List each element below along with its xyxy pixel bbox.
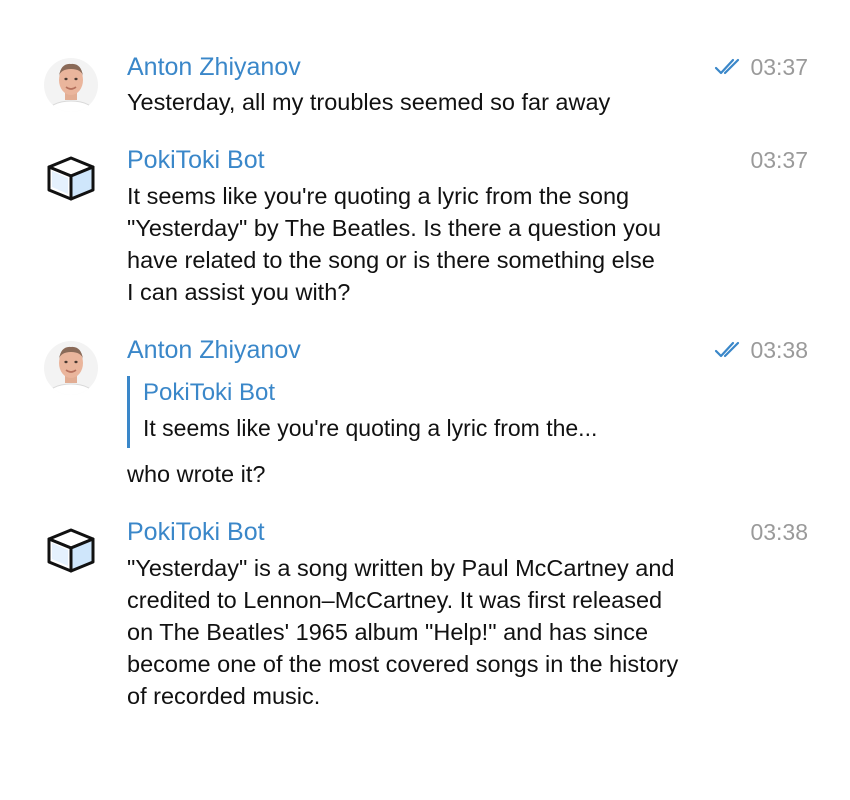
message-time: 03:37 bbox=[750, 54, 808, 80]
message-meta: 03:38 bbox=[714, 335, 808, 365]
double-check-icon bbox=[715, 58, 740, 75]
message-text: "Yesterday" is a song written by Paul Mc… bbox=[127, 555, 679, 709]
person-avatar-icon bbox=[44, 341, 98, 395]
message-author[interactable]: Anton Zhiyanov bbox=[127, 52, 301, 82]
message-time: 03:38 bbox=[750, 337, 808, 363]
user-avatar[interactable] bbox=[44, 341, 98, 395]
bot-avatar[interactable] bbox=[44, 150, 98, 204]
chat-history: Anton Zhiyanov 03:37 Yesterday, all my t… bbox=[0, 0, 850, 800]
message-time: 03:37 bbox=[750, 147, 808, 173]
reply-author: PokiToki Bot bbox=[143, 379, 276, 406]
user-avatar[interactable] bbox=[44, 58, 98, 112]
message-author[interactable]: PokiToki Bot bbox=[127, 145, 265, 175]
reply-quote[interactable]: PokiToki Bot It seems like you're quotin… bbox=[127, 376, 723, 448]
bot-avatar[interactable] bbox=[44, 522, 98, 576]
message-author[interactable]: PokiToki Bot bbox=[127, 517, 265, 547]
message-meta: 03:38 bbox=[750, 517, 808, 547]
double-check-icon bbox=[715, 341, 740, 358]
message-text: who wrote it? bbox=[127, 461, 266, 487]
message-meta: 03:37 bbox=[750, 145, 808, 175]
message-time: 03:38 bbox=[750, 519, 808, 545]
message-author[interactable]: Anton Zhiyanov bbox=[127, 335, 301, 365]
cube-icon bbox=[47, 156, 95, 201]
cube-icon bbox=[47, 528, 95, 573]
message-text: Yesterday, all my troubles seemed so far… bbox=[127, 89, 611, 115]
message-meta: 03:37 bbox=[714, 52, 808, 82]
reply-text: It seems like you're quoting a lyric fro… bbox=[143, 415, 598, 441]
person-avatar-icon bbox=[44, 58, 98, 112]
message-text: It seems like you're quoting a lyric fro… bbox=[127, 183, 662, 305]
